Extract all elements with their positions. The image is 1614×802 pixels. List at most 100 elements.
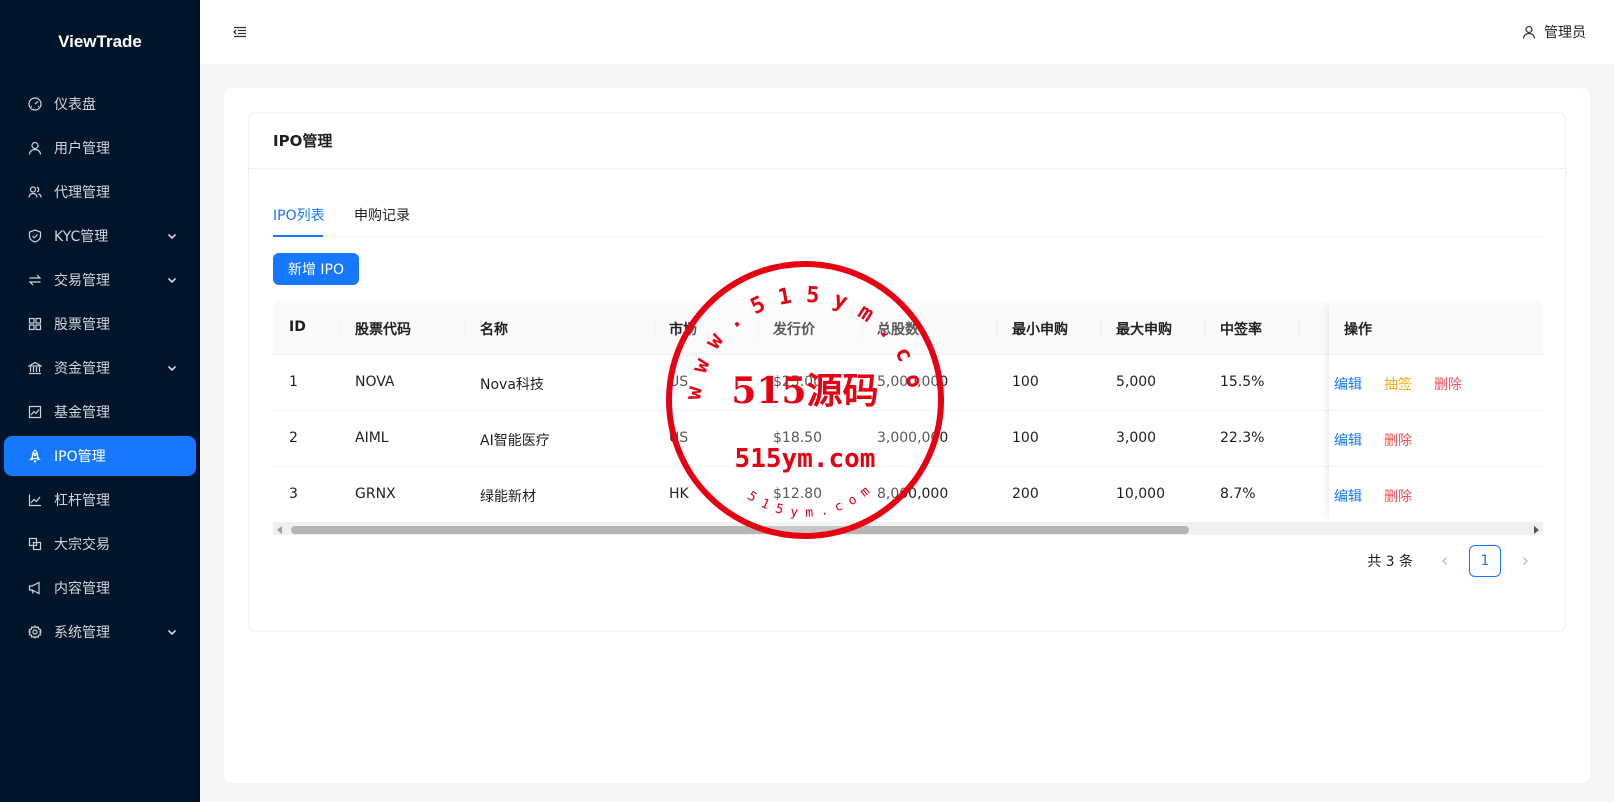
cell-max: 10,000 bbox=[1116, 486, 1165, 502]
notification-icon bbox=[28, 581, 40, 595]
sidebar-item-funds-capital[interactable]: 资金管理 bbox=[4, 348, 196, 388]
chevron-down-icon bbox=[167, 277, 177, 284]
cell-shares: 3,000,000 bbox=[877, 430, 949, 446]
content-area: IPO管理 IPO列表 申购记录 新增 IPO ID 股票代码 名称 市场 发行… bbox=[224, 88, 1590, 783]
cell-rate: 22.3% bbox=[1220, 430, 1265, 446]
chevron-down-icon bbox=[167, 233, 177, 240]
sidebar-item-label: 内容管理 bbox=[54, 581, 110, 597]
column-header: 最小申购 bbox=[1012, 322, 1068, 338]
cell-market: HK bbox=[669, 486, 689, 502]
app-logo: ViewTrade bbox=[58, 32, 142, 51]
dashboard-icon bbox=[28, 97, 42, 111]
cell-rate: 15.5% bbox=[1220, 374, 1265, 390]
column-header: 总股数 bbox=[877, 322, 919, 338]
prev-page-icon[interactable] bbox=[1429, 545, 1461, 577]
sidebar-item-system[interactable]: 系统管理 bbox=[4, 612, 196, 652]
sidebar-item-label: 仪表盘 bbox=[54, 97, 96, 113]
cell-id: 2 bbox=[289, 430, 298, 446]
appstore-icon bbox=[28, 317, 42, 331]
sidebar: ViewTrade 仪表盘 用户管理 代理管理 KYC管理 交易管理 股票管理 bbox=[0, 0, 200, 802]
scroll-thumb[interactable] bbox=[291, 526, 1189, 534]
fixed-actions-column-shadow bbox=[1329, 301, 1543, 523]
scroll-left-icon[interactable] bbox=[277, 526, 282, 534]
scroll-right-icon[interactable] bbox=[1534, 526, 1539, 534]
cell-min: 200 bbox=[1012, 486, 1039, 502]
cell-price: $25.00 bbox=[773, 374, 822, 390]
cell-price: $12.80 bbox=[773, 486, 822, 502]
sidebar-item-fund[interactable]: 基金管理 bbox=[4, 392, 196, 432]
user-menu[interactable]: 管理员 bbox=[1522, 22, 1586, 42]
cell-name: AI智能医疗 bbox=[480, 433, 550, 449]
column-header: 股票代码 bbox=[355, 322, 411, 338]
cell-code: GRNX bbox=[355, 486, 396, 502]
tab-active-indicator bbox=[273, 235, 323, 237]
column-header: 名称 bbox=[480, 322, 508, 338]
stock-icon bbox=[28, 494, 41, 507]
column-header: 市场 bbox=[669, 322, 697, 338]
sidebar-item-content[interactable]: 内容管理 bbox=[4, 568, 196, 608]
cell-min: 100 bbox=[1012, 374, 1039, 390]
sidebar-item-label: 大宗交易 bbox=[54, 537, 110, 553]
sidebar-item-block-trade[interactable]: 大宗交易 bbox=[4, 524, 196, 564]
cell-min: 100 bbox=[1012, 430, 1039, 446]
tab-ipo-list[interactable]: IPO列表 bbox=[273, 205, 325, 225]
cell-code: NOVA bbox=[355, 374, 395, 390]
cell-shares: 5,000,000 bbox=[877, 374, 949, 390]
tabs: IPO列表 申购记录 bbox=[273, 193, 1543, 237]
sidebar-item-label: 杠杆管理 bbox=[54, 493, 110, 509]
sidebar-item-label: KYC管理 bbox=[54, 229, 109, 245]
total-count: 共 3 条 bbox=[1367, 554, 1413, 570]
sidebar-item-agents[interactable]: 代理管理 bbox=[4, 172, 196, 212]
cell-id: 3 bbox=[289, 486, 298, 502]
cell-market: US bbox=[669, 374, 689, 390]
setting-icon bbox=[28, 625, 42, 639]
bank-icon bbox=[28, 361, 42, 375]
sidebar-item-label: 用户管理 bbox=[54, 141, 110, 157]
horizontal-scrollbar[interactable] bbox=[273, 523, 1543, 535]
sidebar-item-dashboard[interactable]: 仪表盘 bbox=[4, 84, 196, 124]
add-ipo-button[interactable]: 新增 IPO bbox=[273, 253, 359, 285]
sidebar-item-stocks[interactable]: 股票管理 bbox=[4, 304, 196, 344]
next-page-icon[interactable] bbox=[1509, 545, 1541, 577]
sidebar-item-label: 基金管理 bbox=[54, 405, 110, 421]
cell-name: 绿能新材 bbox=[480, 489, 536, 505]
column-header: 发行价 bbox=[773, 322, 815, 338]
column-header: 最大申购 bbox=[1116, 322, 1172, 338]
rocket-icon bbox=[29, 449, 41, 463]
column-header: ID bbox=[289, 319, 306, 335]
cell-rate: 8.7% bbox=[1220, 486, 1256, 502]
tab-subscription-records[interactable]: 申购记录 bbox=[354, 205, 410, 225]
cell-code: AIML bbox=[355, 430, 389, 446]
sidebar-item-label: 代理管理 bbox=[54, 185, 110, 201]
sidebar-item-ipo[interactable]: IPO管理 bbox=[4, 436, 196, 476]
sidebar-item-label: 股票管理 bbox=[54, 317, 110, 333]
sidebar-item-label: 系统管理 bbox=[54, 625, 110, 641]
cell-max: 3,000 bbox=[1116, 430, 1157, 446]
ipo-table: ID 股票代码 名称 市场 发行价 总股数 最小申购 最大申购 中签率 操作 1… bbox=[273, 301, 1543, 535]
chevron-down-icon bbox=[167, 365, 177, 372]
pagination: 共 3 条 1 bbox=[1367, 545, 1541, 577]
cell-id: 1 bbox=[289, 374, 298, 390]
sidebar-item-leverage[interactable]: 杠杆管理 bbox=[4, 480, 196, 520]
cell-price: $18.50 bbox=[773, 430, 822, 446]
user-icon bbox=[1522, 25, 1536, 39]
fund-icon bbox=[28, 405, 42, 419]
sidebar-item-kyc[interactable]: KYC管理 bbox=[4, 216, 196, 256]
sidebar-item-trading[interactable]: 交易管理 bbox=[4, 260, 196, 300]
cell-shares: 8,000,000 bbox=[877, 486, 949, 502]
page-number-current[interactable]: 1 bbox=[1469, 545, 1501, 577]
menu-fold-icon[interactable] bbox=[233, 26, 247, 38]
page-title: IPO管理 bbox=[249, 113, 1565, 169]
chevron-down-icon bbox=[167, 629, 177, 636]
cell-max: 5,000 bbox=[1116, 374, 1157, 390]
top-header: 管理员 bbox=[200, 0, 1614, 64]
sidebar-item-label: IPO管理 bbox=[54, 449, 106, 465]
cell-name: Nova科技 bbox=[480, 377, 544, 393]
sidebar-item-label: 资金管理 bbox=[54, 361, 110, 377]
shield-icon bbox=[28, 229, 42, 243]
swap-icon bbox=[28, 274, 42, 286]
cell-market: US bbox=[669, 430, 689, 446]
user-name: 管理员 bbox=[1544, 25, 1586, 41]
ipo-card: IPO管理 IPO列表 申购记录 新增 IPO ID 股票代码 名称 市场 发行… bbox=[248, 112, 1566, 632]
sidebar-item-users[interactable]: 用户管理 bbox=[4, 128, 196, 168]
